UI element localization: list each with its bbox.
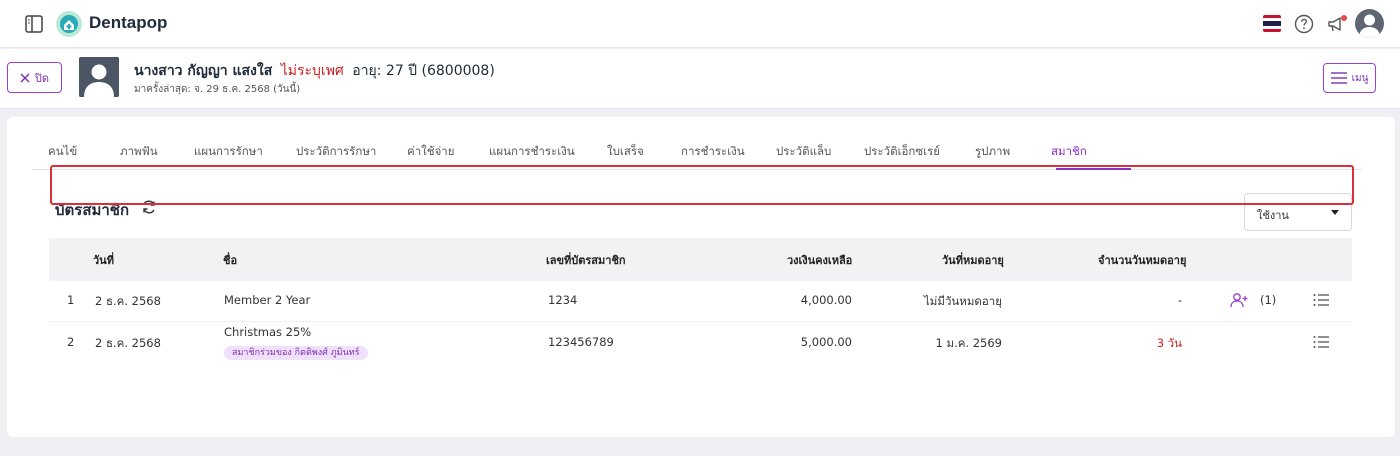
column-header-expiry-date: วันที่หมดอายุ	[942, 254, 1004, 267]
tab-payment-plan[interactable]: แผนการชำระเงิน	[489, 143, 575, 161]
menu-button[interactable]: เมนู	[1323, 63, 1376, 93]
user-avatar[interactable]	[1355, 9, 1384, 38]
row-days-left: 3 วัน	[1156, 336, 1182, 350]
row-balance: 4,000.00	[800, 293, 852, 307]
tab-treatment-plan[interactable]: แผนการรักษา	[194, 143, 263, 161]
table-header: วันที่ ชื่อ เลขที่บัตรสมาชิก วงเงินคงเหล…	[49, 238, 1352, 281]
table-row[interactable]: 1 2 ธ.ค. 2568 Member 2 Year 1234 4,000.0…	[49, 281, 1352, 321]
add-member-icon[interactable]	[1230, 292, 1248, 308]
tab-expenses[interactable]: ค่าใช้จ่าย	[407, 143, 455, 161]
list-options-icon[interactable]	[1313, 335, 1329, 349]
row-card-number: 1234	[548, 293, 578, 307]
row-expiry: ไม่มีวันหมดอายุ	[924, 294, 1002, 308]
row-highlight-box	[50, 165, 1354, 205]
patient-avatar	[79, 57, 119, 97]
tab-receipts[interactable]: ใบเสร็จ	[607, 143, 644, 161]
shared-member-badge: สมาชิกร่วมของ กิตติพงศ์ ภูมินทร์	[224, 346, 368, 360]
patient-bar: ปิด นางสาว กัญญา แสงใส ไม่ระบุเพศ อายุ: …	[0, 49, 1400, 109]
row-index: 1	[67, 293, 75, 307]
help-icon[interactable]	[1294, 14, 1314, 34]
row-name: Member 2 Year	[224, 293, 311, 307]
list-options-icon[interactable]	[1313, 293, 1329, 307]
column-header-card-number: เลขที่บัตรสมาชิก	[546, 254, 626, 267]
tab-treatment-history[interactable]: ประวัติการรักษา	[296, 143, 376, 161]
tab-xray-history[interactable]: ประวัติเอ็กซเรย์	[864, 143, 940, 161]
close-icon	[20, 73, 30, 82]
dentapop-logo-icon	[56, 11, 82, 37]
row-expiry: 1 ม.ค. 2569	[935, 336, 1002, 350]
thai-flag-icon[interactable]	[1263, 15, 1281, 32]
row-member-count: (1)	[1260, 293, 1277, 307]
chevron-down-icon	[1331, 210, 1339, 215]
patient-header: นางสาว กัญญา แสงใส ไม่ระบุเพศ อายุ: 27 ป…	[134, 60, 495, 82]
row-balance: 5,000.00	[800, 335, 852, 349]
tab-membership[interactable]: สมาชิก	[1051, 143, 1087, 161]
tab-payments[interactable]: การชำระเงิน	[681, 143, 745, 161]
top-bar: Dentapop	[0, 0, 1400, 48]
menu-button-label: เมนู	[1351, 72, 1369, 84]
patient-name: นางสาว กัญญา แสงใส	[134, 63, 273, 79]
brand-name: Dentapop	[89, 13, 168, 32]
row-card-number: 123456789	[548, 335, 614, 349]
column-header-name: ชื่อ	[223, 254, 238, 267]
hamburger-icon	[1330, 72, 1347, 84]
tab-patient[interactable]: คนไข้	[48, 143, 77, 161]
row-date: 2 ธ.ค. 2568	[95, 336, 161, 350]
patient-last-visit: มาครั้งล่าสุด: จ. 29 ธ.ค. 2568 (วันนี้)	[134, 84, 301, 95]
tab-photos[interactable]: รูปภาพ	[975, 143, 1010, 161]
column-header-date: วันที่	[93, 254, 114, 267]
row-date: 2 ธ.ค. 2568	[95, 294, 161, 308]
column-header-days-to-expiry: จำนวนวันหมดอายุ	[1098, 254, 1187, 267]
row-index: 2	[67, 335, 75, 349]
tab-lab-history[interactable]: ประวัติแล็บ	[776, 143, 831, 161]
announcement-icon[interactable]	[1326, 14, 1348, 34]
close-button[interactable]: ปิด	[7, 62, 62, 93]
sidebar-toggle-icon[interactable]	[24, 14, 44, 34]
status-filter-value: ใช้งาน	[1257, 209, 1289, 222]
patient-age: อายุ: 27 ปี (6800008)	[352, 63, 495, 79]
row-days-left: -	[1177, 293, 1182, 307]
table-row[interactable]: 2 2 ธ.ค. 2568 Christmas 25% สมาชิกร่วมขอ…	[49, 322, 1352, 366]
close-button-label: ปิด	[34, 71, 50, 85]
tab-dental-chart[interactable]: ภาพฟัน	[120, 143, 158, 161]
row-name: Christmas 25%	[224, 325, 312, 339]
column-header-balance: วงเงินคงเหลือ	[787, 254, 853, 267]
patient-gender: ไม่ระบุเพศ	[280, 63, 344, 79]
